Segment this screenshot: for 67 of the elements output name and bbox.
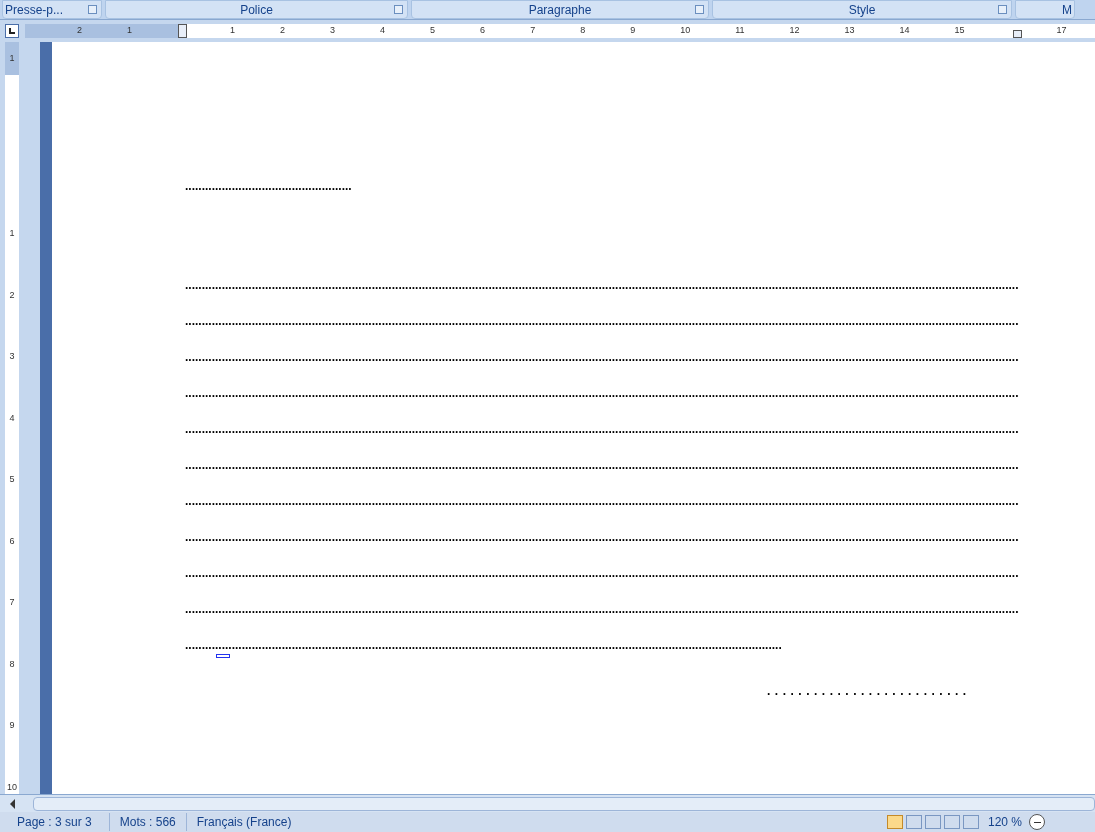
print-layout-icon[interactable] [886,815,903,829]
dialog-launcher-icon[interactable] [998,5,1007,14]
dotted-line: .................................................. [185,179,352,193]
ruler-number: 2 [77,24,82,38]
ruler-number: 1 [9,227,15,240]
ruler-number: 1 [9,51,15,65]
ruler-number: 11 [735,24,745,38]
dotted-line: .......................................................................................................................................................................................................................................................... [185,494,1019,508]
zoom-level[interactable]: 120 % [987,813,1022,831]
ribbon-group-label: Police [105,0,408,19]
ruler-number: 7 [9,596,15,609]
ruler-number: 14 [899,24,910,38]
draft-icon[interactable] [962,815,979,829]
reading-layout-icon[interactable] [905,815,922,829]
ribbon-group-label: Style [712,0,1012,19]
dialog-launcher-icon[interactable] [88,5,97,14]
text-cursor-icon [216,654,230,658]
ruler-number: 12 [789,24,800,38]
tab-selector-icon[interactable] [5,24,19,38]
dotted-line: .......................................................................................................................................................................................................................................................... [185,278,1019,292]
ribbon-group-label: M [1015,0,1075,19]
dialog-launcher-icon[interactable] [394,5,403,14]
dotted-line: ................................................................................................................................................................................... [185,638,782,652]
right-indent-icon[interactable] [1013,30,1022,38]
dotted-line: .......................................................................................................................................................................................................................................................... [185,602,1019,616]
ruler-number: 9 [9,719,15,732]
ruler-number: 6 [9,534,15,548]
ruler-number: 10 [680,24,691,38]
ruler-number: 3 [330,24,336,38]
horizontal-scrollbar[interactable] [0,794,1095,812]
ruler-number: 5 [430,24,436,38]
zoom-out-icon[interactable] [1029,814,1045,830]
word-count[interactable]: Mots : 566 [108,813,186,831]
dotted-line: .......................................................................................................................................................................................................................................................... [185,458,1019,472]
page-count[interactable]: Page : 3 sur 3 [0,813,109,831]
ruler-number: 4 [380,24,386,38]
ruler-number: 15 [954,24,965,38]
indent-marker-icon[interactable] [178,24,187,38]
scroll-thumb[interactable] [33,796,1095,811]
ruler-number: 6 [480,24,486,38]
ruler-number: 8 [580,24,586,38]
ruler-number: 8 [9,657,15,671]
outline-icon[interactable] [943,815,960,829]
ruler-number: 3 [9,350,15,363]
dotted-line: .......................................................................................................................................................................................................................................................... [185,422,1019,436]
ruler-number: 2 [280,24,286,38]
dotted-line: .......................................................................................................................................................................................................................................................... [185,530,1019,544]
ruler-number: 5 [9,473,15,486]
ribbon-group-label: Paragraphe [411,0,709,19]
ruler-number: 4 [9,411,15,425]
dotted-line: .......................................................................................................................................................................................................................................................... [185,386,1019,400]
ribbon-group-label: Presse-p... [2,0,102,19]
dialog-launcher-icon[interactable] [695,5,704,14]
dotted-line: .......................................................................................................................................................................................................................................................... [185,350,1019,364]
ruler-number: 10 [7,780,17,794]
dotted-line: .......................................................................................................................................................................................................................................................... [185,566,1019,580]
ruler-number: 1 [127,24,133,38]
language[interactable]: Français (France) [185,813,302,831]
ruler-number: 9 [630,24,636,38]
ruler-number: 2 [9,288,15,302]
ruler-number: 17 [1056,24,1067,38]
web-layout-icon[interactable] [924,815,941,829]
dotted-line: .......................................................................................................................................................................................................................................................... [185,314,1019,328]
ruler-number: 13 [844,24,855,38]
ruler-number: 1 [230,24,236,38]
ruler-number: 7 [530,24,536,38]
dotted-line: .......................... [767,684,971,698]
